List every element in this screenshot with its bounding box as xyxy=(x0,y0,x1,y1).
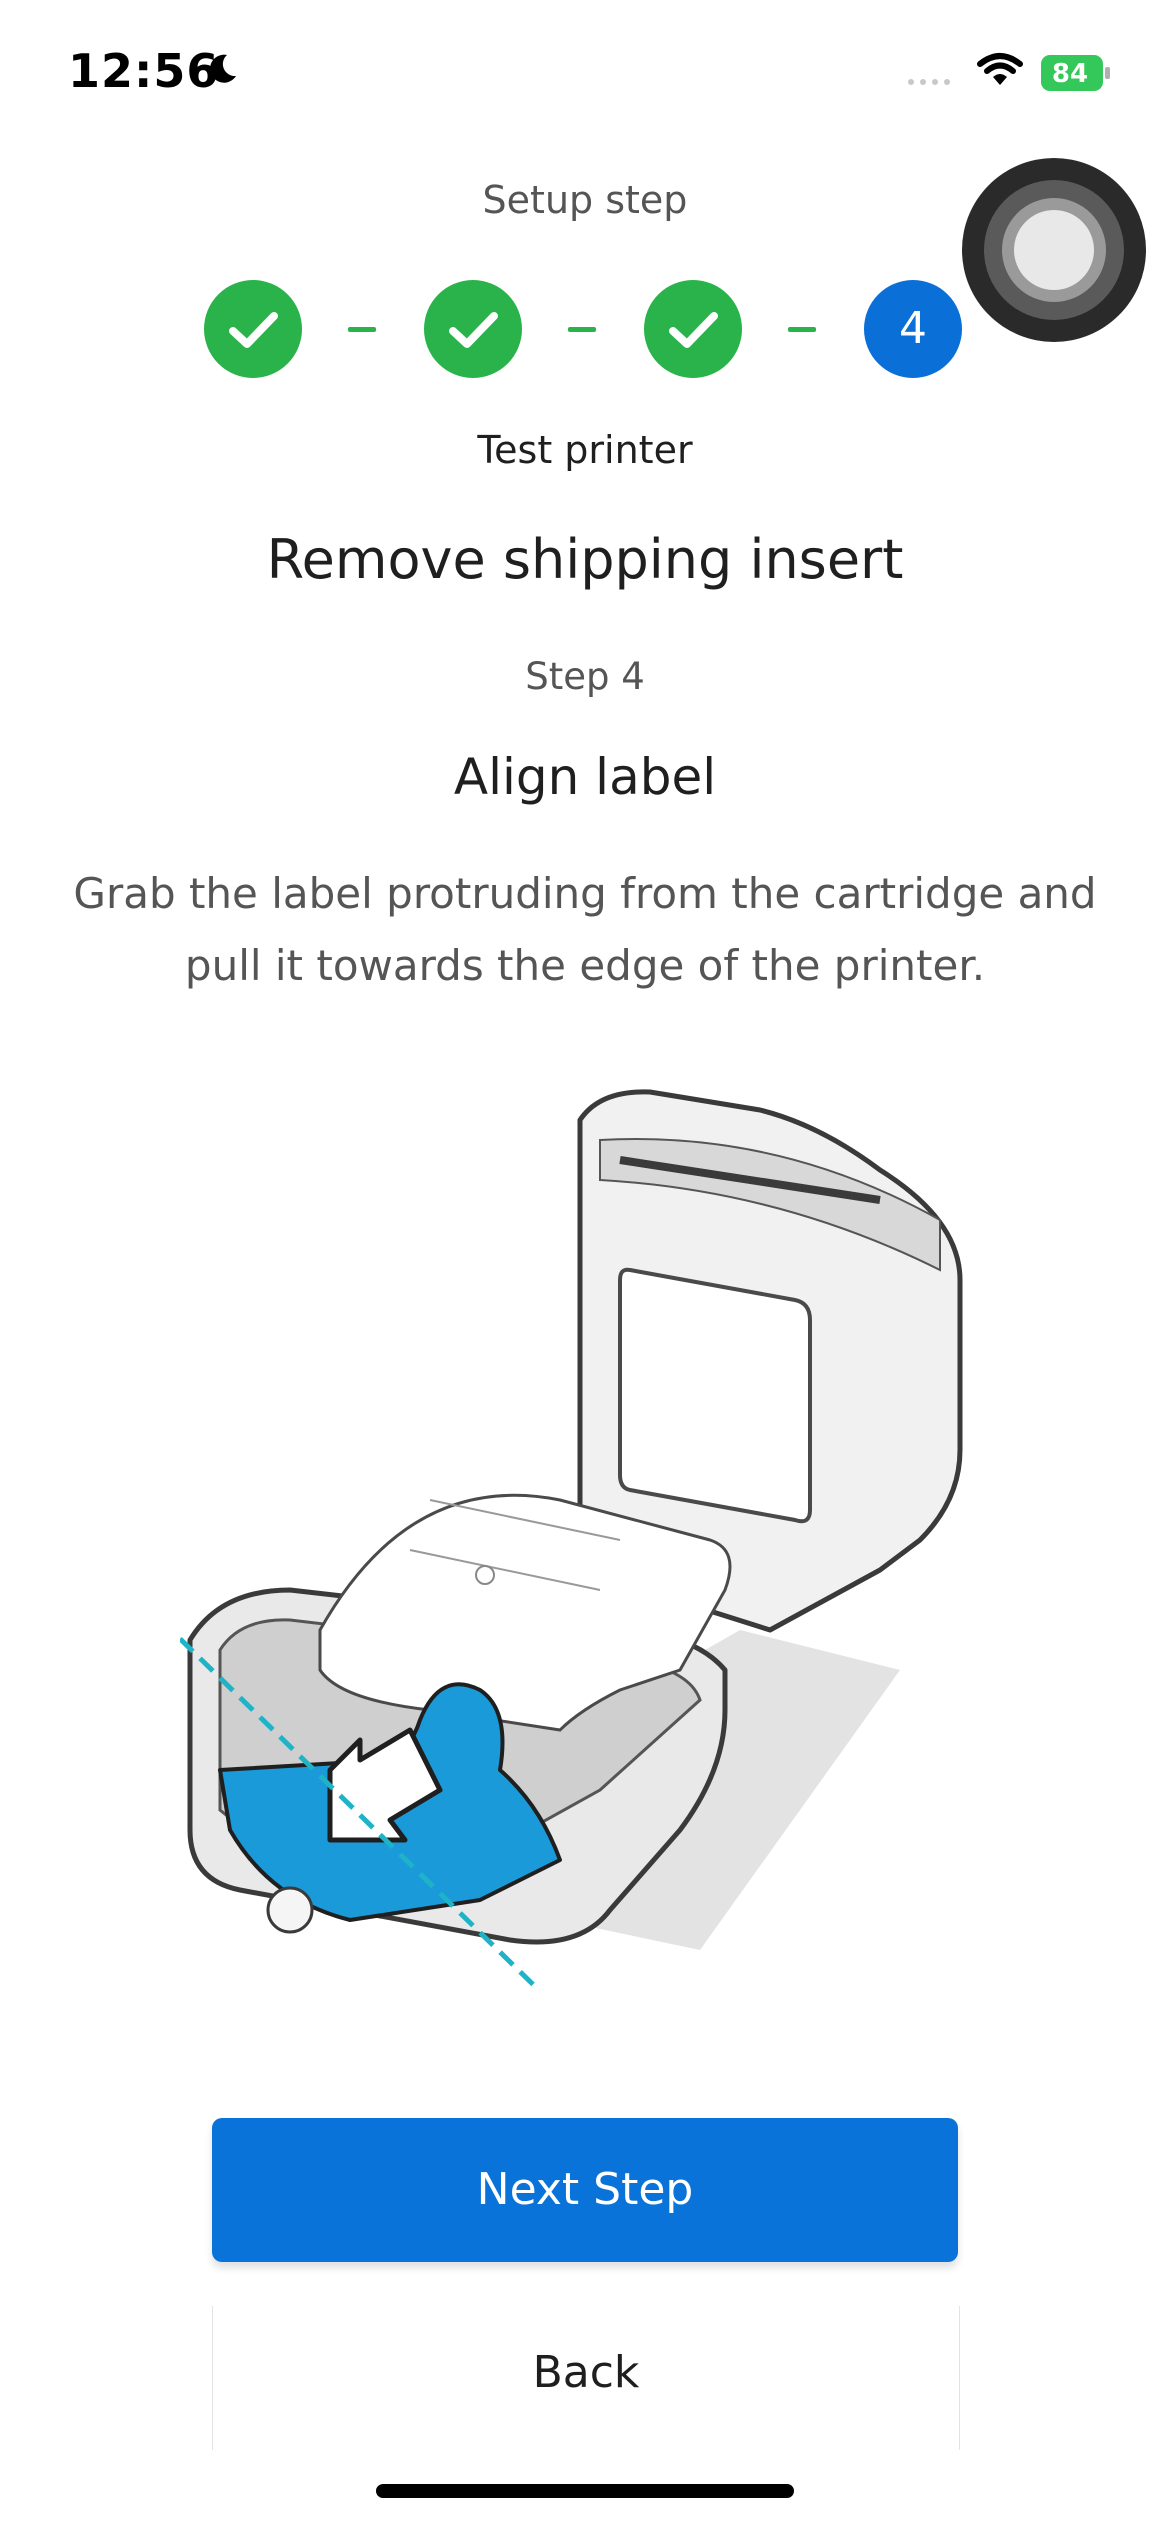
status-bar: 12:56 84 xyxy=(0,0,1170,150)
printer-lid-window xyxy=(618,1267,812,1524)
battery-level: 84 xyxy=(1052,59,1088,89)
checkmark-icon xyxy=(669,312,718,348)
printer-button xyxy=(266,1886,314,1934)
step-number: Step 4 xyxy=(525,655,645,698)
current-step-name: Test printer xyxy=(477,428,693,472)
step-connector xyxy=(348,327,376,332)
setup-step-label: Setup step xyxy=(482,178,688,222)
setup-stepper: 4 xyxy=(0,280,1170,380)
status-time: 12:56 xyxy=(68,44,220,98)
wifi-icon xyxy=(977,53,1023,85)
step-connector xyxy=(788,327,816,332)
page-title: Remove shipping insert xyxy=(266,528,904,591)
step-4-current: 4 xyxy=(864,280,962,378)
step-description: Grab the label protruding from the cartr… xyxy=(73,869,1097,990)
signal-icon xyxy=(908,79,950,85)
next-step-button[interactable]: Next Step xyxy=(212,2118,958,2262)
home-indicator[interactable] xyxy=(376,2484,794,2498)
step-subtitle: Align label xyxy=(453,748,717,806)
checkmark-icon xyxy=(449,312,498,348)
step-3-complete xyxy=(644,280,742,378)
printer-illustration xyxy=(180,1089,963,1990)
step-2-complete xyxy=(424,280,522,378)
checkmark-icon xyxy=(229,312,278,348)
step-1-complete xyxy=(204,280,302,378)
step-connector xyxy=(568,327,596,332)
battery-icon: 84 xyxy=(1041,55,1110,91)
moon-icon xyxy=(210,54,236,83)
back-button[interactable]: Back xyxy=(212,2306,960,2450)
